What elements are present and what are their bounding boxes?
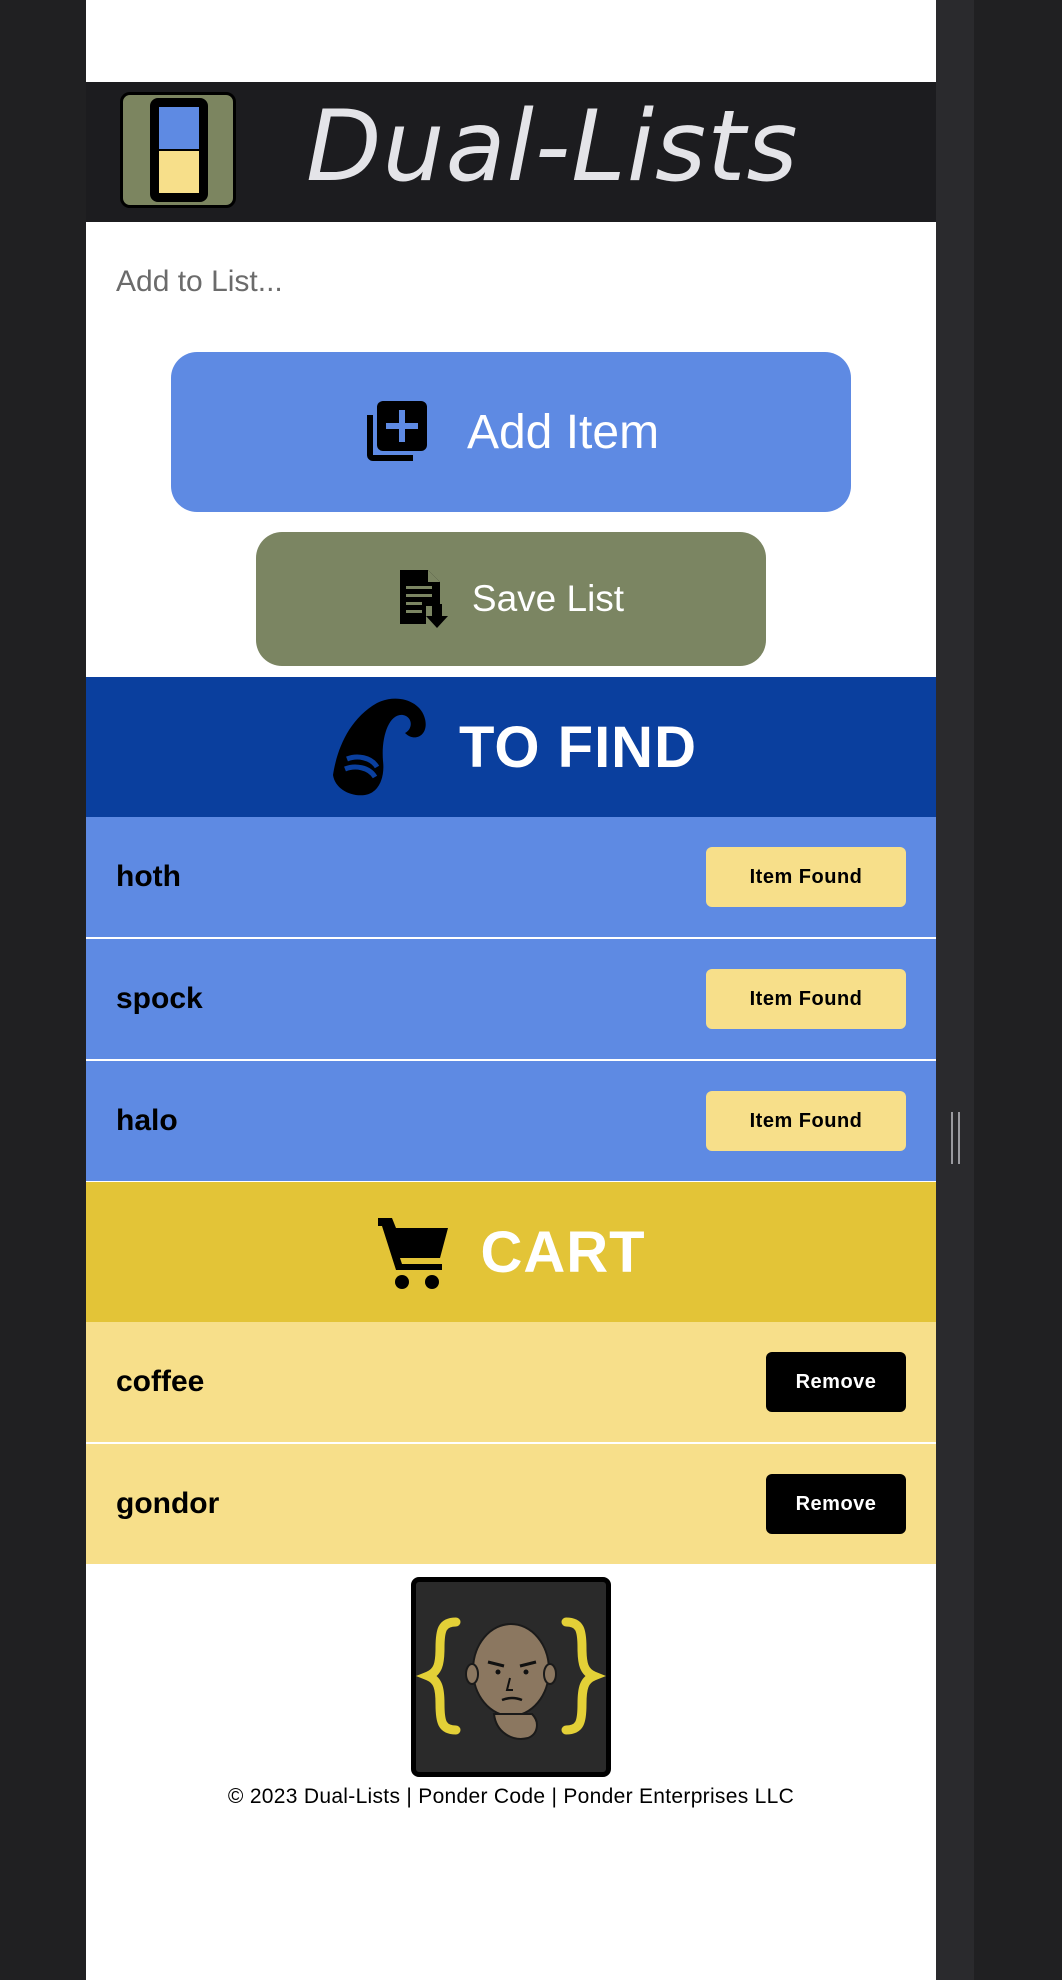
- shopping-cart-icon: [378, 1218, 449, 1289]
- list-item: coffee Remove: [86, 1322, 936, 1442]
- app-page: Dual-Lists Add Item Save List: [86, 0, 936, 1980]
- item-name: halo: [116, 1104, 178, 1137]
- remove-button[interactable]: Remove: [766, 1474, 906, 1534]
- add-item-button[interactable]: Add Item: [171, 352, 851, 512]
- list-item: halo Item Found: [86, 1061, 936, 1181]
- item-found-button[interactable]: Item Found: [706, 969, 906, 1029]
- app-title: Dual-Lists: [306, 90, 799, 204]
- remove-button[interactable]: Remove: [766, 1352, 906, 1412]
- add-to-queue-icon: [366, 401, 427, 461]
- item-found-button[interactable]: Item Found: [706, 847, 906, 907]
- item-found-button[interactable]: Item Found: [706, 1091, 906, 1151]
- save-list-label: Save List: [471, 578, 625, 619]
- list-item: gondor Remove: [86, 1444, 936, 1564]
- app-header: Dual-Lists: [86, 82, 936, 222]
- add-to-list-input[interactable]: [86, 252, 936, 312]
- wizard-hat-icon: [333, 698, 426, 796]
- to-find-title: TO FIND: [459, 714, 697, 780]
- item-name: coffee: [116, 1365, 205, 1398]
- to-find-header: TO FIND: [86, 677, 936, 817]
- browser-side-rail: [936, 0, 974, 1980]
- ponder-code-logo-icon[interactable]: [411, 1577, 611, 1777]
- cart-title: CART: [480, 1219, 646, 1285]
- item-name: spock: [116, 982, 203, 1015]
- item-name: gondor: [116, 1487, 220, 1520]
- cart-header: CART: [86, 1182, 936, 1322]
- scroll-handle[interactable]: [951, 1112, 960, 1164]
- footer-copyright: © 2023 Dual-Lists | Ponder Code | Ponder…: [227, 1785, 795, 1808]
- list-item: spock Item Found: [86, 939, 936, 1059]
- add-item-label: Add Item: [466, 405, 660, 459]
- save-list-button[interactable]: Save List: [256, 532, 766, 666]
- item-name: hoth: [116, 860, 181, 893]
- document-download-icon: [399, 570, 448, 628]
- dual-lists-logo-icon: [120, 92, 236, 208]
- list-item: hoth Item Found: [86, 817, 936, 937]
